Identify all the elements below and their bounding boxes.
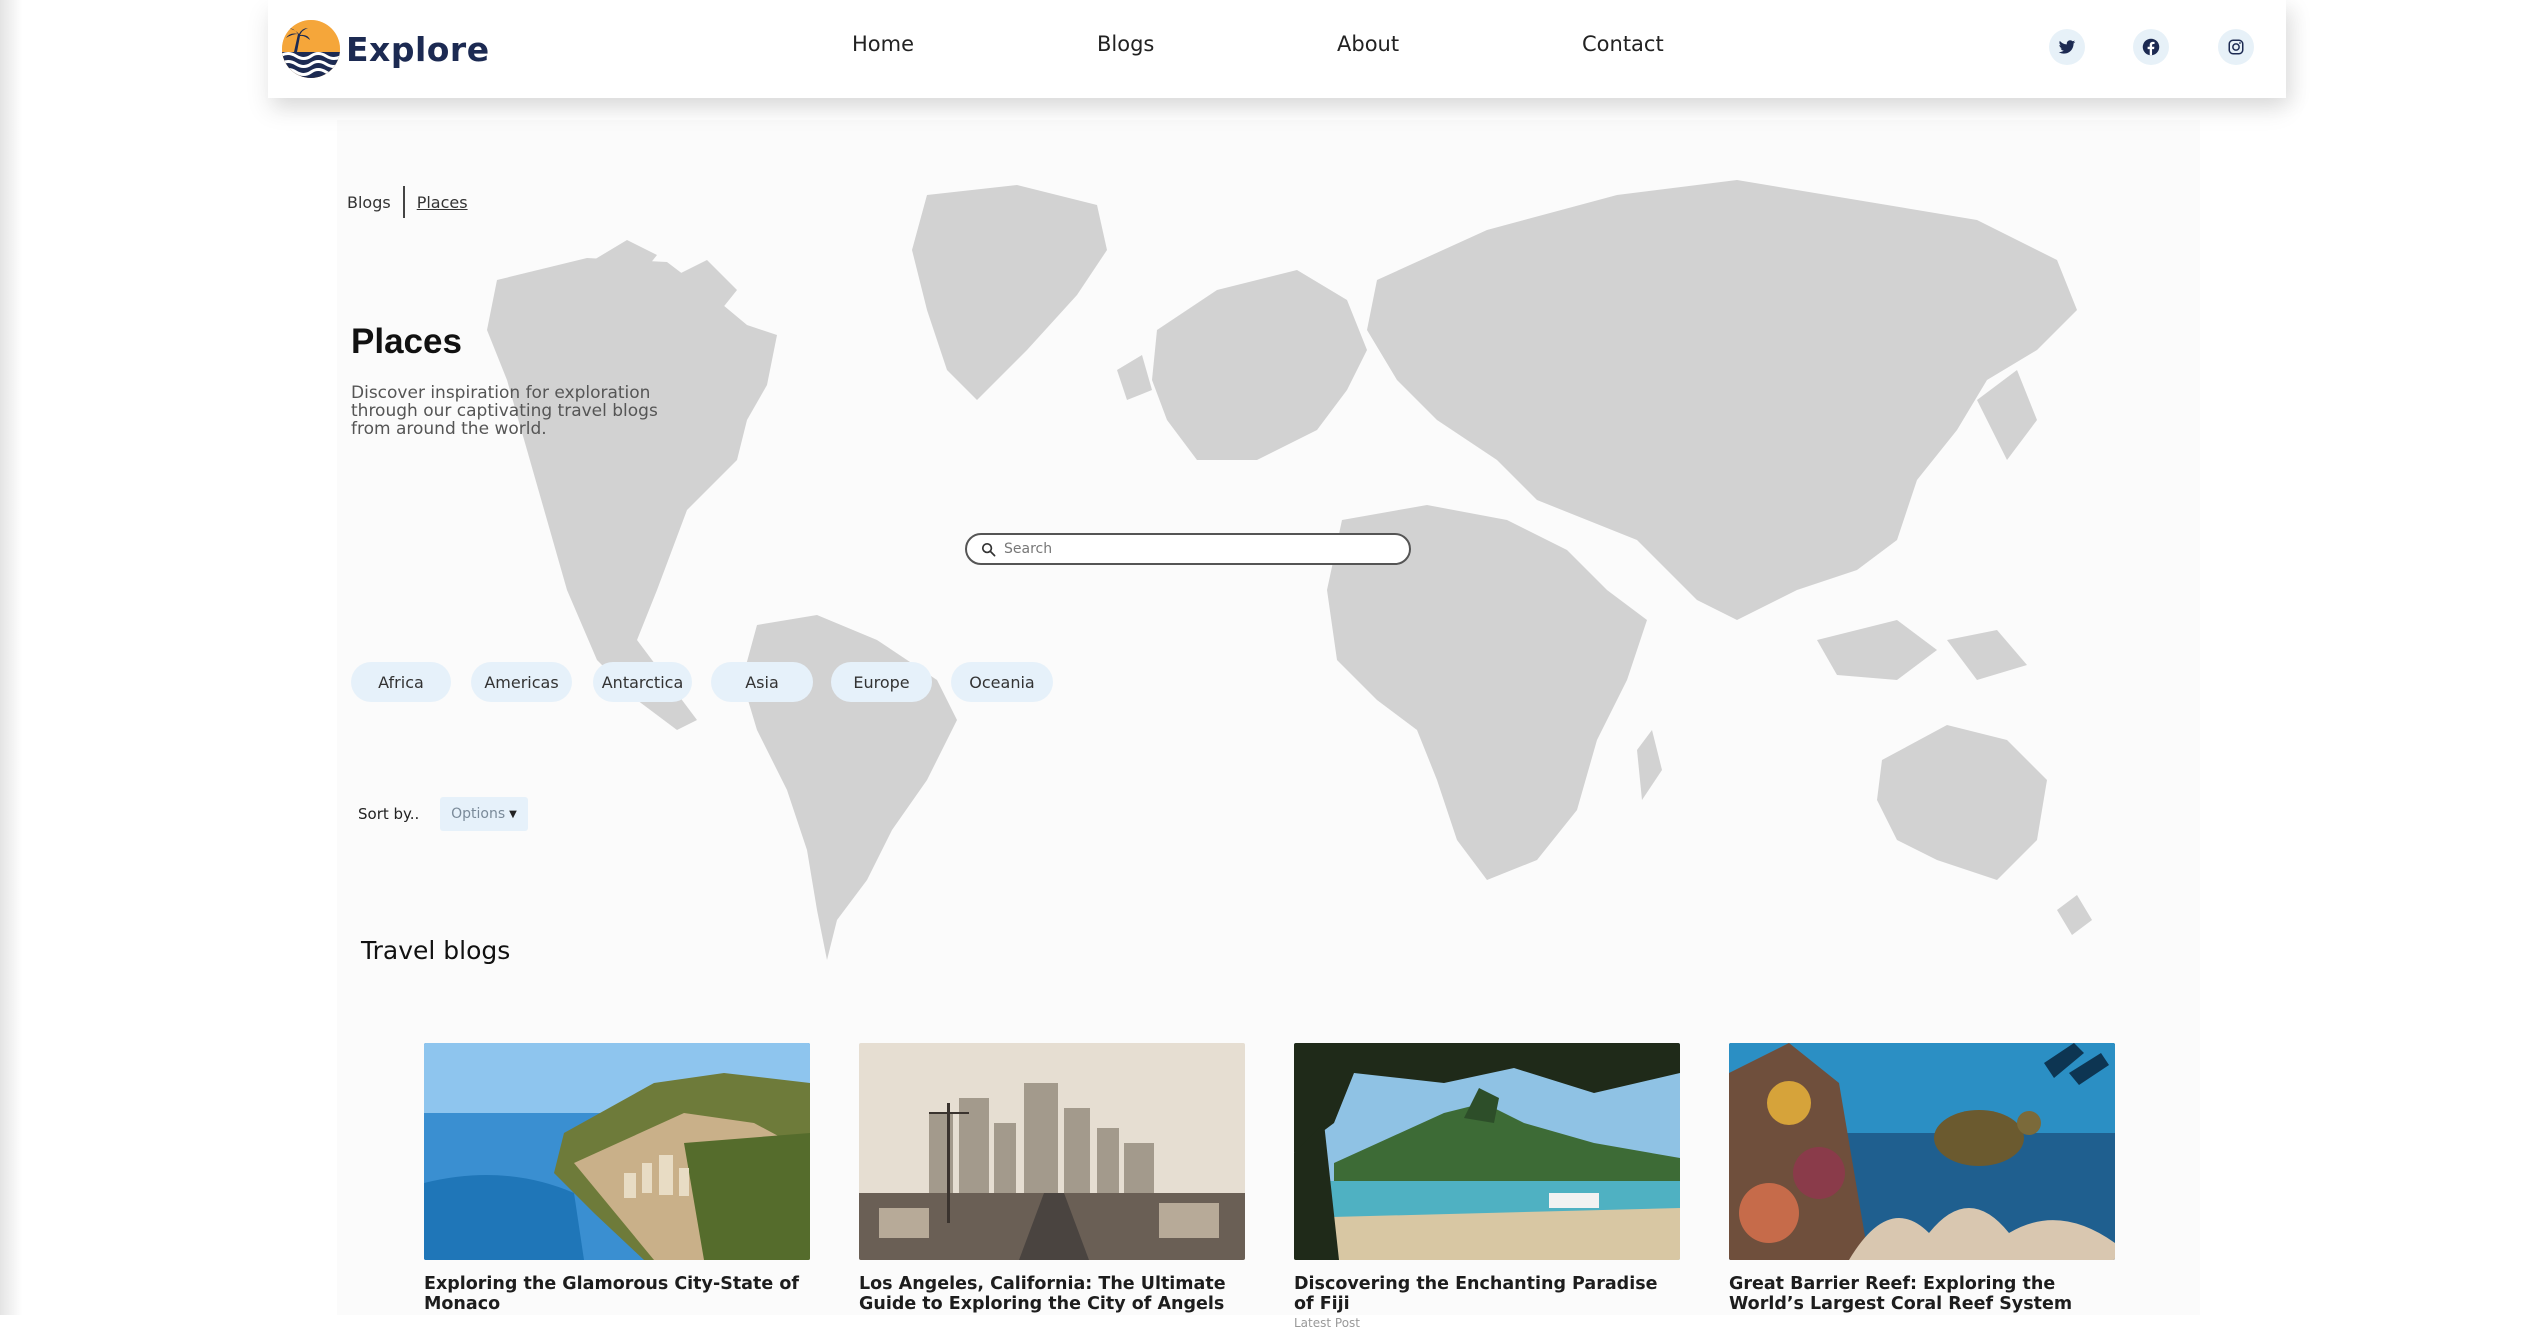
breadcrumb: Blogs Places <box>347 186 468 218</box>
window-edge-shadow <box>0 0 22 1315</box>
twitter-button[interactable] <box>2049 29 2085 65</box>
chevron-down-icon: ▼ <box>509 808 517 820</box>
region-chip-europe[interactable]: Europe <box>831 662 932 702</box>
blog-card-great-barrier-reef[interactable]: Great Barrier Reef: Exploring the World’… <box>1729 1043 2115 1314</box>
nav-contact-link[interactable]: Contact <box>1582 32 1664 56</box>
search-bar[interactable] <box>965 533 1411 565</box>
region-chip-americas[interactable]: Americas <box>471 662 572 702</box>
nav-about-link[interactable]: About <box>1337 32 1399 56</box>
blog-card-title: Great Barrier Reef: Exploring the World’… <box>1729 1274 2073 1314</box>
top-navbar: Explore Home Blogs About Contact <box>268 0 2286 98</box>
coral-reef-turtle-image <box>1729 1043 2115 1260</box>
facebook-button[interactable] <box>2133 29 2169 65</box>
blog-card-title: Discovering the Enchanting Paradise of F… <box>1294 1274 1658 1314</box>
region-chip-oceania[interactable]: Oceania <box>951 662 1053 702</box>
blog-card-monaco[interactable]: Exploring the Glamorous City-State of Mo… <box>424 1043 810 1314</box>
fiji-beach-image <box>1294 1043 1680 1260</box>
monaco-coast-image <box>424 1043 810 1260</box>
search-icon <box>981 542 996 556</box>
twitter-icon <box>2058 40 2076 54</box>
blog-card-title: Los Angeles, California: The Ultimate Gu… <box>859 1274 1226 1314</box>
instagram-button[interactable] <box>2218 29 2254 65</box>
region-chip-africa[interactable]: Africa <box>351 662 451 702</box>
breadcrumb-blogs-link[interactable]: Blogs <box>347 193 391 212</box>
nav-home-link[interactable]: Home <box>852 32 914 56</box>
travel-blogs-heading: Travel blogs <box>361 936 511 965</box>
page-title: Places <box>351 322 462 361</box>
search-input[interactable] <box>1002 540 1386 558</box>
region-chip-antarctica[interactable]: Antarctica <box>593 662 692 702</box>
blog-card-los-angeles[interactable]: Los Angeles, California: The Ultimate Gu… <box>859 1043 1245 1314</box>
blog-card-title: Exploring the Glamorous City-State of Mo… <box>424 1274 799 1314</box>
page-description: Discover inspiration for exploration thr… <box>351 383 658 439</box>
instagram-icon <box>2228 39 2244 55</box>
places-hero: Blogs Places Places Discover inspiration… <box>337 120 2200 1330</box>
brand-name: Explore <box>346 29 490 69</box>
region-chip-asia[interactable]: Asia <box>711 662 813 702</box>
sort-label: Sort by.. <box>358 805 420 823</box>
breadcrumb-places-link[interactable]: Places <box>417 193 468 212</box>
blog-card-meta: Latest Post <box>1294 1316 1361 1330</box>
blog-card-fiji[interactable]: Discovering the Enchanting Paradise of F… <box>1294 1043 1680 1330</box>
los-angeles-skyline-image <box>859 1043 1245 1260</box>
breadcrumb-divider <box>402 186 405 218</box>
brand-logo[interactable]: Explore <box>280 18 490 80</box>
sort-selected-value: Options <box>451 806 506 822</box>
sort-dropdown[interactable]: Options ▼ <box>440 797 528 831</box>
nav-blogs-link[interactable]: Blogs <box>1097 32 1154 56</box>
facebook-icon <box>2142 38 2160 56</box>
sun-waves-logo-icon <box>282 20 340 78</box>
